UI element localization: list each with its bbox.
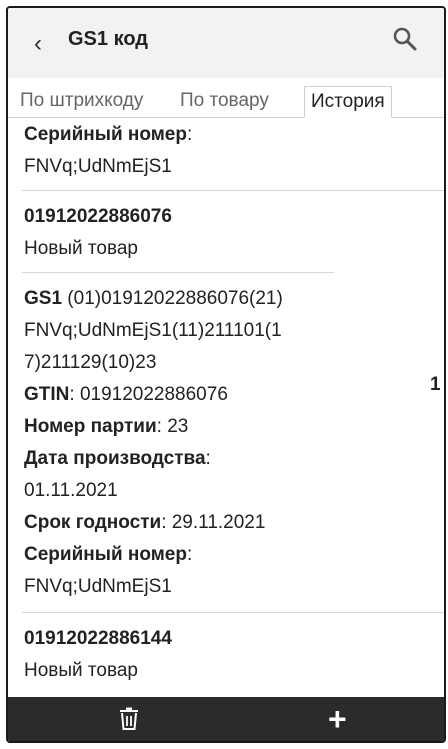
history-list[interactable]: Серийный номер: FNVq;UdNmEjS1 0191202288…: [8, 118, 444, 704]
gs1-label: GS1: [24, 288, 63, 309]
colon: :: [186, 544, 193, 565]
tab-history[interactable]: История: [304, 86, 392, 118]
search-icon[interactable]: [392, 26, 418, 52]
expiry-value: : 29.11.2021: [161, 512, 266, 533]
gtin-line: GTIN: 01912022886076: [24, 384, 228, 406]
divider: [22, 190, 444, 191]
gs1-code-part1: (01)01912022886076(21): [62, 288, 283, 309]
expiry-label: Срок годности: [24, 512, 162, 533]
item-status: Новый товар: [24, 238, 138, 259]
item-status: Новый товар: [24, 660, 138, 681]
gs1-code-part3: 7)211129(10)23: [24, 352, 157, 373]
list-item-serial: Серийный номер:: [24, 124, 193, 145]
tab-by-product[interactable]: По товару: [174, 86, 275, 118]
serial-value: FNVq;UdNmEjS1: [24, 156, 172, 177]
gtin-value: : 01912022886076: [69, 384, 228, 405]
production-date-value: 01.11.2021: [24, 480, 118, 501]
batch-label: Номер партии: [24, 416, 157, 437]
gtin-label: GTIN: [24, 384, 70, 405]
back-icon[interactable]: ‹: [34, 30, 42, 58]
detail-serial-line: Серийный номер:: [24, 544, 192, 566]
batch-value: : 23: [156, 416, 189, 437]
gs1-code-part2: FNVq;UdNmEjS1(11)211101(1: [24, 320, 282, 341]
page-title: GS1 код: [68, 28, 148, 50]
serial-label: Серийный номер: [24, 124, 187, 145]
trash-icon[interactable]: [118, 707, 140, 731]
gs1-line: GS1 (01)01912022886076(21): [24, 288, 283, 310]
colon: :: [205, 448, 211, 469]
item-code[interactable]: 01912022886076: [24, 206, 172, 228]
tab-bar: По штрихкоду По товару История: [8, 78, 444, 118]
production-date-line: Дата производства:: [24, 448, 211, 470]
item-code[interactable]: 01912022886144: [24, 628, 172, 650]
app-frame: ‹ GS1 код По штрихкоду По товару История…: [6, 6, 446, 743]
production-date-label: Дата производства: [24, 448, 206, 469]
bottom-toolbar: +: [8, 697, 444, 741]
expiry-line: Срок годности: 29.11.2021: [24, 512, 265, 534]
app-bar: ‹ GS1 код: [8, 8, 444, 78]
detail-serial-value: FNVq;UdNmEjS1: [24, 576, 172, 597]
quantity-value: 1: [430, 374, 441, 395]
add-button[interactable]: +: [328, 701, 347, 737]
detail-serial-label: Серийный номер: [24, 544, 187, 565]
batch-line: Номер партии: 23: [24, 416, 188, 438]
divider: [22, 272, 334, 273]
tab-by-barcode[interactable]: По штрихкоду: [14, 86, 149, 118]
divider: [22, 612, 444, 613]
